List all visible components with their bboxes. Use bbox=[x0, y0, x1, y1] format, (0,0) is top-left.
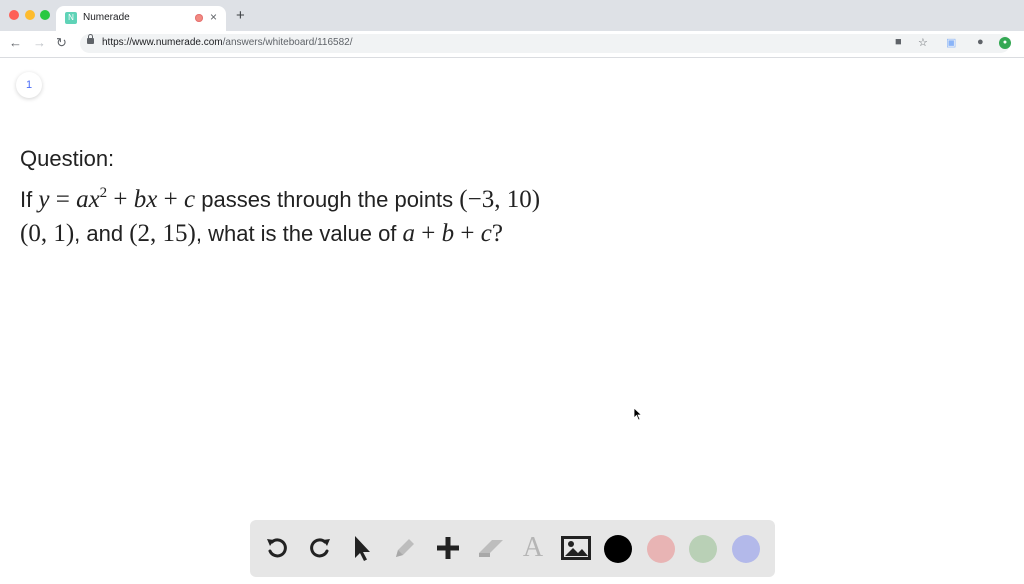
math-c: c bbox=[480, 220, 492, 247]
eraser-icon[interactable] bbox=[476, 533, 506, 563]
numerade-favicon-icon: N bbox=[65, 12, 77, 24]
question-line-1: If y = ax2 + bx + c passes through the p… bbox=[20, 176, 540, 217]
color-swatch-green[interactable] bbox=[689, 535, 717, 563]
camera-icon[interactable]: ■ bbox=[895, 36, 902, 48]
text-icon[interactable]: A bbox=[518, 532, 548, 563]
point-2: (0, 1) bbox=[20, 220, 75, 247]
color-swatch-black[interactable] bbox=[604, 535, 632, 563]
text-tool-glyph: A bbox=[522, 532, 544, 563]
math-plus: + bbox=[107, 186, 134, 213]
pointer-icon[interactable] bbox=[347, 533, 377, 563]
math-ax: ax bbox=[76, 186, 100, 213]
math-b: b bbox=[441, 220, 455, 247]
url-path: /answers/whiteboard/116582/ bbox=[222, 37, 353, 48]
question-line-2: (0, 1), and (2, 15), what is the value o… bbox=[20, 217, 540, 251]
close-tab-icon[interactable]: × bbox=[210, 10, 217, 24]
url-text[interactable]: https://www.numerade.com/answers/whitebo… bbox=[102, 37, 353, 48]
question-text: , what is the value of bbox=[195, 221, 403, 246]
equation: y = ax2 + bx + c bbox=[38, 185, 196, 213]
page-number-badge[interactable]: 1 bbox=[16, 72, 42, 98]
math-bx: bx bbox=[133, 186, 158, 213]
extension-icon[interactable]: ● bbox=[999, 37, 1011, 49]
math-plus: + bbox=[157, 186, 184, 213]
new-tab-button[interactable]: + bbox=[236, 7, 245, 24]
url-host: https://www.numerade.com bbox=[102, 37, 223, 48]
browser-tab[interactable]: N Numerade × bbox=[56, 6, 226, 31]
question-block: Question: If y = ax2 + bx + c passes thr… bbox=[20, 142, 540, 251]
question-text: If bbox=[20, 187, 39, 212]
profile-icon[interactable]: ● bbox=[977, 36, 984, 48]
math-c: c bbox=[184, 186, 196, 213]
bookmark-star-icon[interactable]: ☆ bbox=[918, 36, 928, 49]
lock-icon bbox=[87, 34, 94, 44]
forward-arrow-icon[interactable]: → bbox=[33, 35, 46, 50]
point-3: (2, 15) bbox=[129, 220, 196, 247]
address-bar[interactable]: https://www.numerade.com/answers/whitebo… bbox=[80, 34, 1011, 53]
mouse-cursor-icon bbox=[633, 407, 643, 421]
close-window-button[interactable] bbox=[9, 10, 19, 20]
point-1: (−3, 10) bbox=[459, 186, 541, 213]
cast-icon[interactable]: ▣ bbox=[946, 36, 956, 49]
question-text: passes through the points bbox=[195, 187, 460, 212]
question-mark: ? bbox=[491, 220, 503, 247]
tab-title: Numerade bbox=[83, 12, 130, 23]
math-y: y bbox=[38, 186, 50, 213]
color-swatch-blue[interactable] bbox=[732, 535, 760, 563]
reload-icon[interactable]: ↻ bbox=[56, 35, 67, 51]
math-equals: = bbox=[49, 186, 77, 213]
recording-icon bbox=[195, 14, 203, 22]
plus-icon[interactable] bbox=[433, 533, 463, 563]
back-arrow-icon[interactable]: ← bbox=[9, 35, 22, 50]
maximize-window-button[interactable] bbox=[40, 10, 50, 20]
whiteboard-toolbar: A bbox=[250, 520, 775, 577]
question-label: Question: bbox=[20, 146, 115, 171]
pencil-icon[interactable] bbox=[390, 533, 420, 563]
image-icon[interactable] bbox=[561, 533, 591, 563]
math-plus: + bbox=[415, 220, 442, 247]
color-swatch-red[interactable] bbox=[647, 535, 675, 563]
question-text: , and bbox=[74, 221, 130, 246]
undo-icon[interactable] bbox=[262, 533, 292, 563]
math-a: a bbox=[402, 220, 416, 247]
math-plus: + bbox=[454, 220, 481, 247]
minimize-window-button[interactable] bbox=[25, 10, 35, 20]
redo-icon[interactable] bbox=[305, 533, 335, 563]
tab-bar: N Numerade × + bbox=[0, 0, 1024, 31]
browser-toolbar: ← → ↻ https://www.numerade.com/answers/w… bbox=[0, 31, 1024, 58]
sum-expression: a + b + c? bbox=[403, 220, 503, 247]
